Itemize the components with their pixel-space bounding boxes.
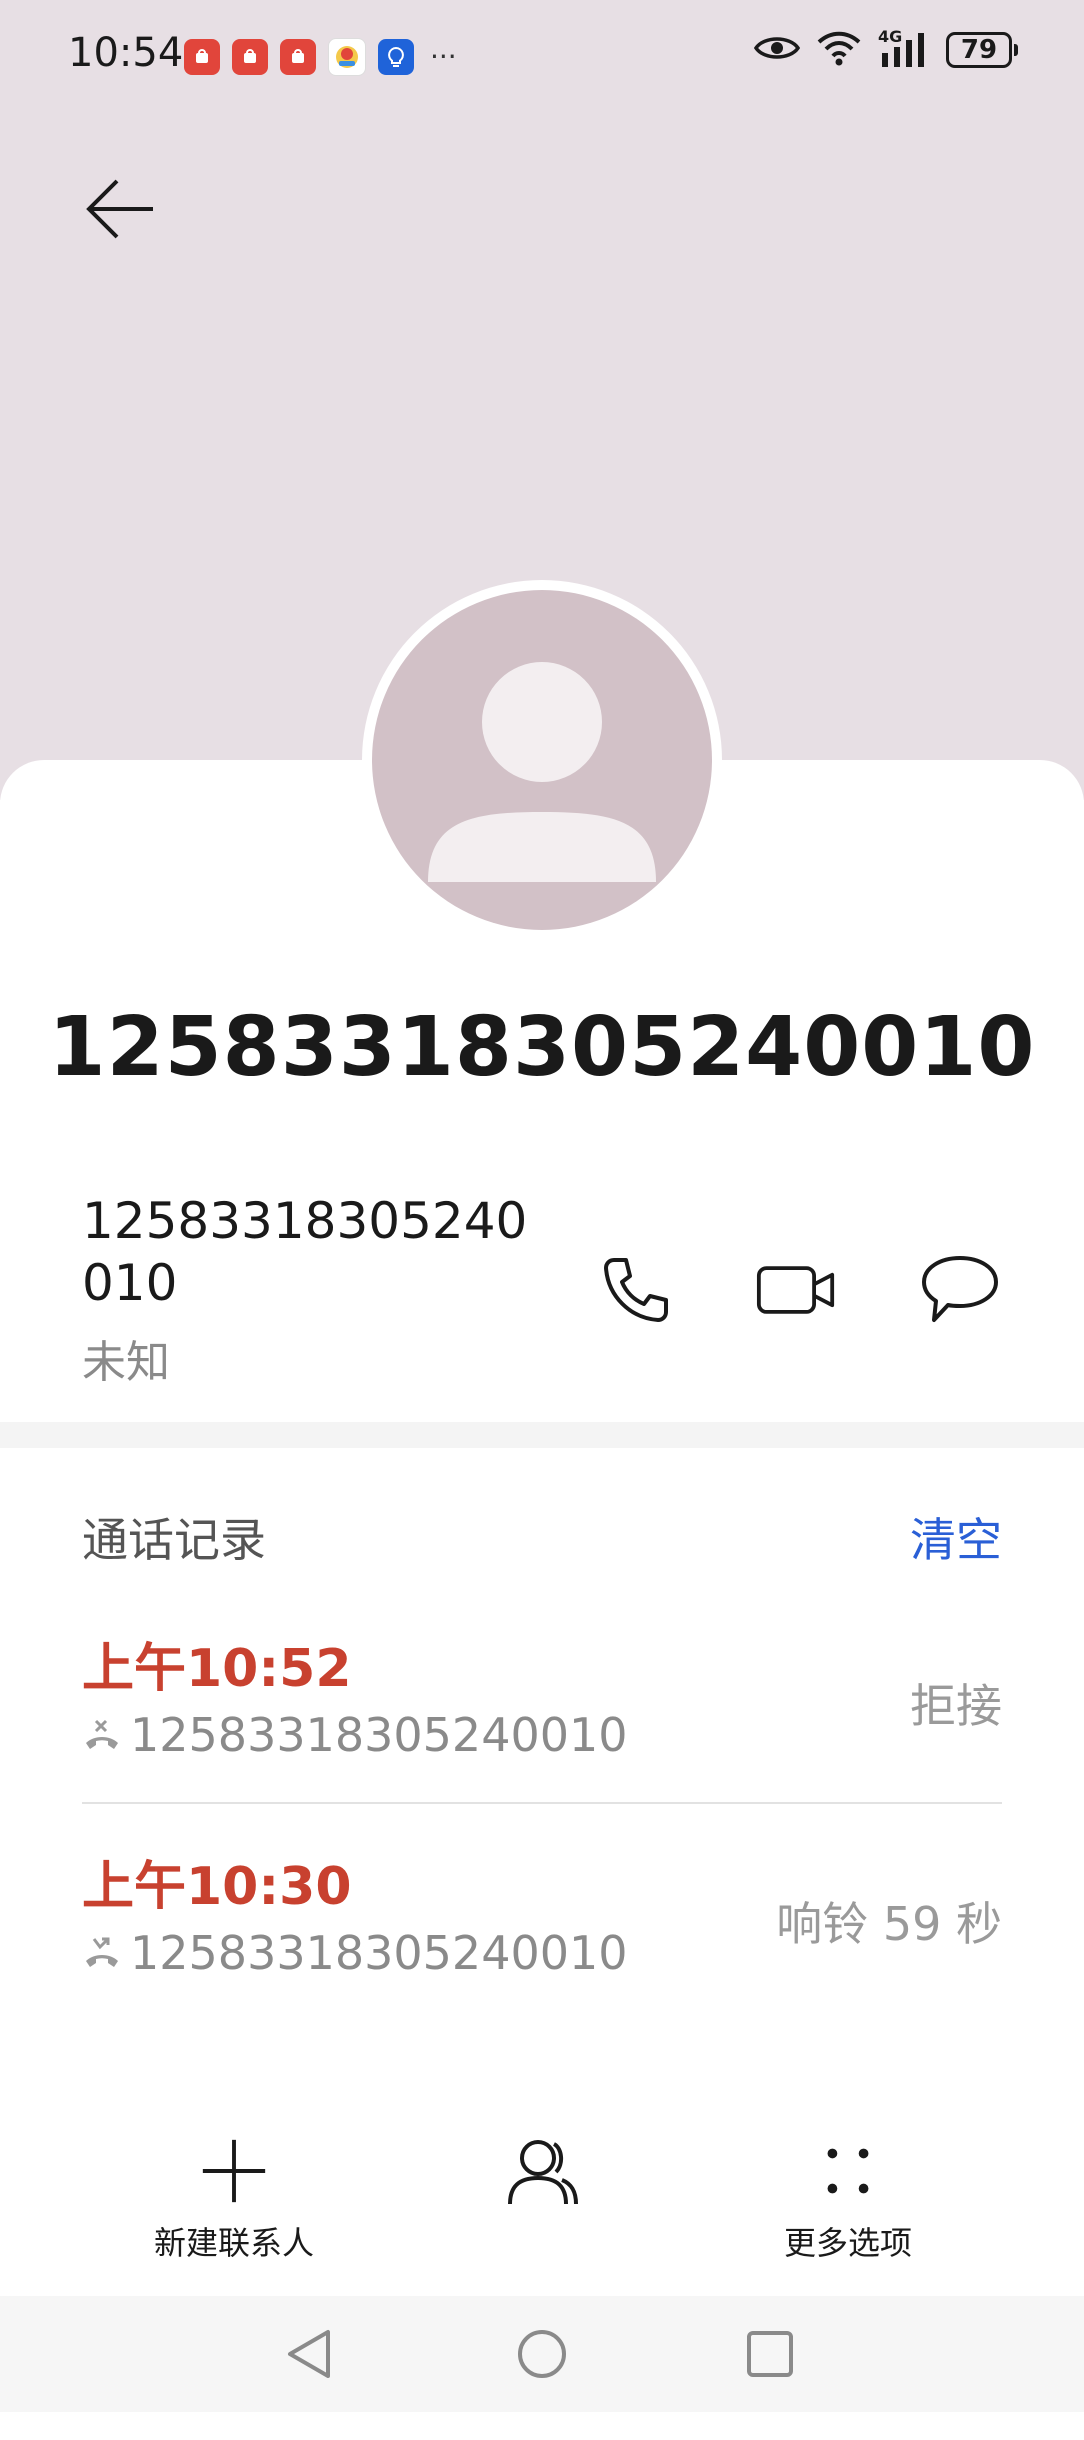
video-call-button[interactable] — [756, 1250, 836, 1330]
signal-icon: 4G — [878, 27, 930, 69]
call-time: 上午10:30 — [82, 1857, 352, 1917]
new-contact-label: 新建联系人 — [153, 2224, 314, 2262]
nav-recents-button[interactable] — [732, 2316, 808, 2392]
plus-icon — [202, 2139, 266, 2203]
tips-app-icon — [378, 39, 414, 75]
nav-back-button[interactable] — [272, 2316, 348, 2392]
system-nav-bar — [0, 2296, 1084, 2412]
phone-number-block[interactable]: 12583318305240010 未知 — [82, 1190, 532, 1390]
message-icon — [922, 1256, 998, 1322]
rejected-call-icon — [86, 1719, 118, 1749]
call-number: 12583318305240010 — [130, 1926, 628, 1980]
call-log-entry[interactable]: 上午10:52 12583318305240010 拒接 — [82, 1626, 1002, 1806]
new-contact-button[interactable]: 新建联系人 — [114, 2134, 354, 2264]
call-time: 上午10:52 — [82, 1639, 352, 1699]
arrow-left-icon — [86, 179, 153, 239]
battery-indicator: 79 — [946, 32, 1018, 68]
missed-call-icon — [86, 1937, 118, 1967]
call-number-line: 12583318305240010 — [82, 1926, 628, 1980]
section-divider — [0, 1422, 1084, 1448]
call-log-title: 通话记录 — [82, 1513, 266, 1567]
avatar-placeholder — [372, 590, 712, 930]
contact-title: 12583318305240010 — [48, 1000, 1036, 1095]
clear-call-log-button[interactable]: 清空 — [910, 1504, 1002, 1570]
call-status: 拒接 — [910, 1679, 1002, 1733]
video-call-icon — [756, 1266, 835, 1314]
call-log-entry[interactable]: 上午10:30 12583318305240010 响铃 59 秒 — [82, 1844, 1002, 2024]
call-button[interactable] — [596, 1250, 676, 1330]
message-button[interactable] — [920, 1250, 1000, 1330]
notification-icons: ··· — [184, 38, 457, 76]
phone-number: 12583318305240010 — [82, 1192, 528, 1312]
call-log-divider — [82, 1802, 1002, 1804]
more-options-label: 更多选项 — [783, 2224, 912, 2262]
call-number-line: 12583318305240010 — [82, 1708, 628, 1762]
contacts-button[interactable] — [422, 2134, 662, 2264]
phone-number-label: 未知 — [82, 1337, 170, 1388]
square-recents-icon — [747, 2331, 793, 2377]
wifi-icon — [816, 30, 862, 70]
nav-home-button[interactable] — [504, 2316, 580, 2392]
huawei-app-icon — [232, 39, 268, 75]
circle-home-icon — [518, 2330, 566, 2378]
huawei-app-icon — [184, 39, 220, 75]
system-icons: 4G 79 — [753, 27, 1018, 70]
contacts-icon — [508, 2140, 578, 2205]
more-dots-icon — [827, 2148, 869, 2194]
call-status: 响铃 59 秒 — [776, 1897, 1002, 1951]
huawei-app-icon — [280, 39, 316, 75]
eye-icon — [753, 33, 801, 67]
status-bar: 10:54 ··· 4G 79 — [0, 0, 1084, 110]
back-button[interactable] — [76, 164, 166, 254]
game-app-icon — [328, 38, 366, 76]
phone-icon — [604, 1258, 668, 1322]
more-notifications: ··· — [430, 40, 457, 73]
status-time: 10:54 — [68, 30, 184, 76]
call-number: 12583318305240010 — [130, 1708, 628, 1762]
avatar — [362, 580, 722, 940]
more-options-button[interactable]: 更多选项 — [728, 2134, 968, 2264]
person-icon — [428, 662, 656, 882]
triangle-back-icon — [288, 2330, 330, 2378]
